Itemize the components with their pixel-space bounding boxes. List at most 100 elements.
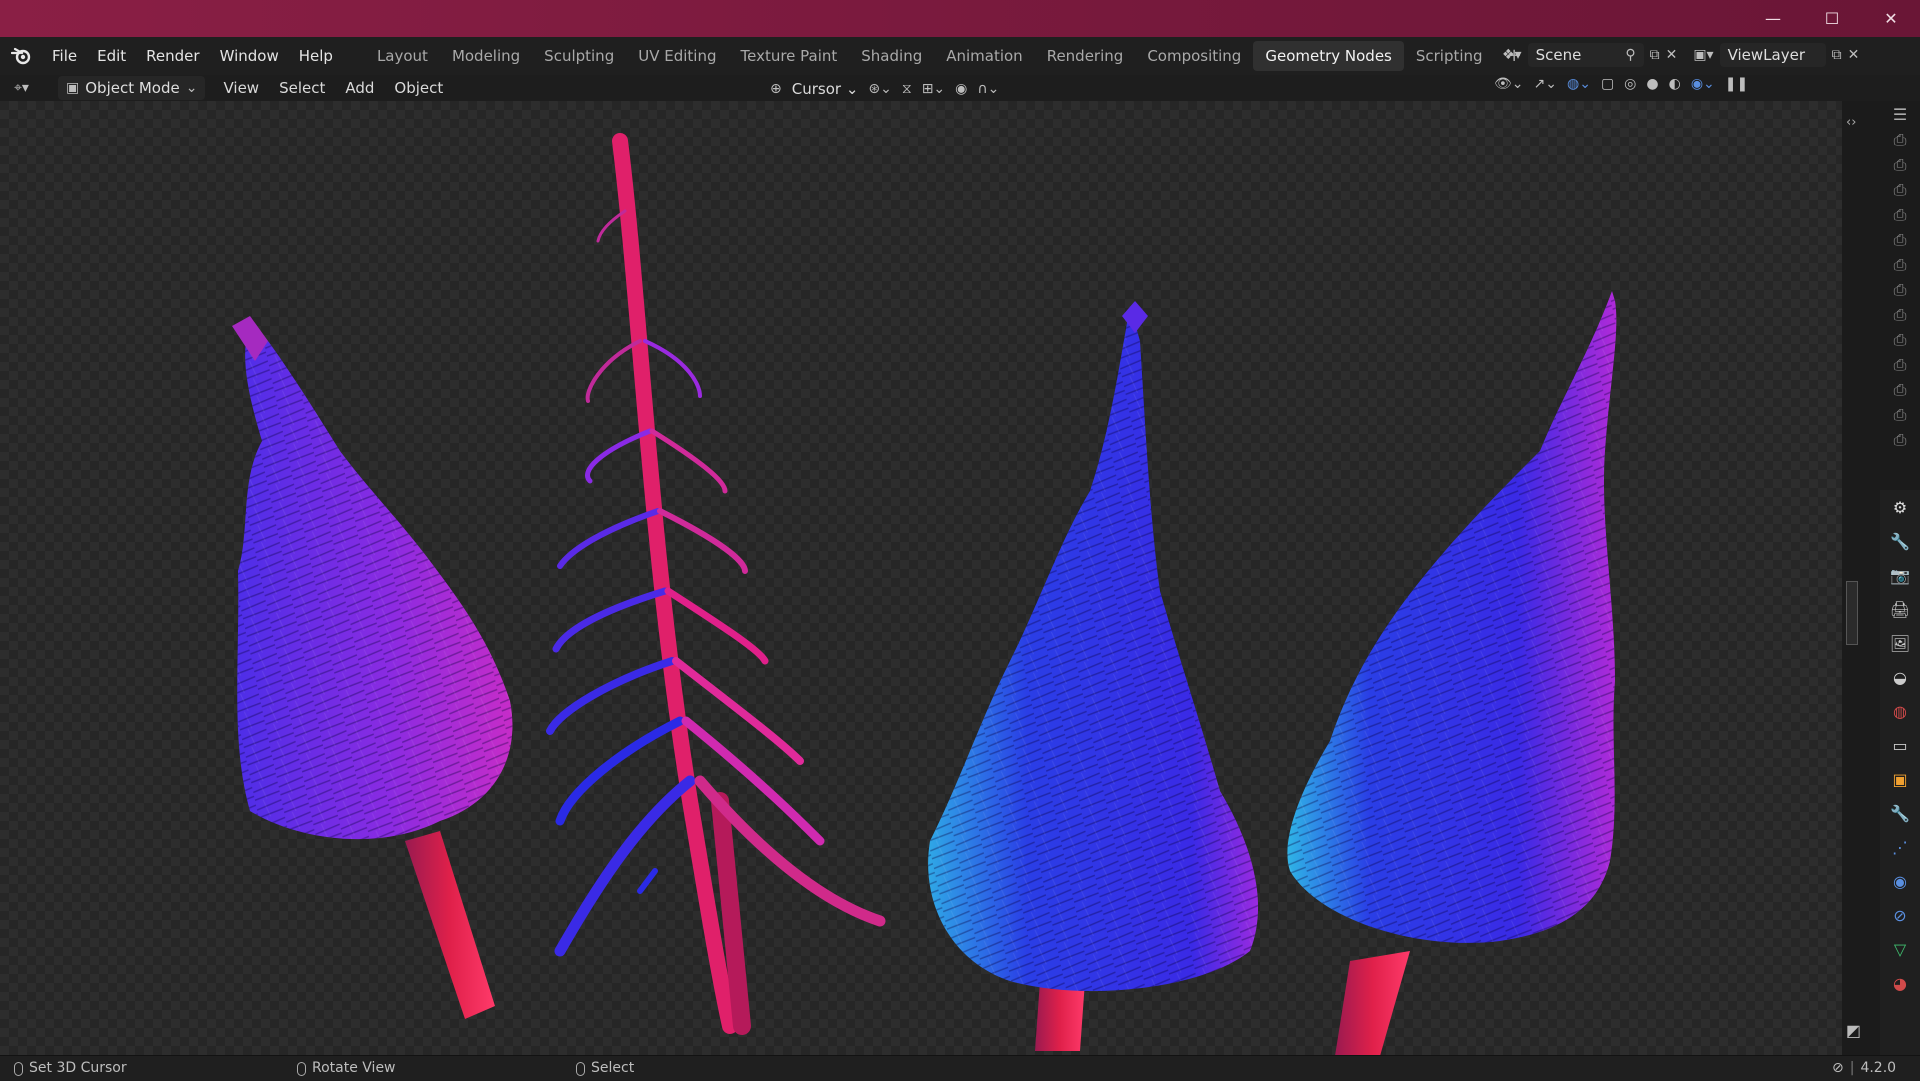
- camera-visibility-icon[interactable]: ⎙: [1880, 152, 1920, 177]
- new-viewlayer-icon[interactable]: ⧉: [1832, 47, 1842, 63]
- data-properties-icon[interactable]: ▽: [1880, 932, 1920, 966]
- camera-visibility-icon[interactable]: ⎙: [1880, 402, 1920, 427]
- pause-render-icon[interactable]: ❚❚: [1725, 76, 1748, 92]
- menu-render[interactable]: Render: [136, 37, 209, 75]
- pivot-label: Cursor: [791, 80, 842, 98]
- camera-visibility-icon[interactable]: ⎙: [1880, 327, 1920, 352]
- tab-compositing[interactable]: Compositing: [1135, 41, 1253, 71]
- particles-icon[interactable]: ⋰: [1880, 830, 1920, 864]
- viewport-scene: [232, 133, 1617, 1055]
- physics-icon[interactable]: ◉: [1880, 864, 1920, 898]
- window-titlebar: — ☐ ✕: [0, 0, 1920, 37]
- view-layer-icon[interactable]: 🖼: [1880, 626, 1920, 660]
- camera-visibility-icon[interactable]: ⎙: [1880, 177, 1920, 202]
- new-scene-icon[interactable]: ⧉: [1650, 47, 1660, 63]
- mouse-right-icon: [576, 1061, 585, 1076]
- menu-file[interactable]: File: [42, 37, 87, 75]
- overlays-icon[interactable]: ◍⌄: [1567, 76, 1591, 92]
- close-icon: ✕: [1884, 9, 1898, 28]
- snap-target-icon[interactable]: ⊞⌄: [922, 81, 945, 97]
- tab-texture-paint[interactable]: Texture Paint: [728, 41, 849, 71]
- camera-visibility-icon[interactable]: ⎙: [1880, 377, 1920, 402]
- maximize-button[interactable]: ☐: [1803, 0, 1861, 37]
- solid-shading-icon[interactable]: ●: [1646, 76, 1658, 92]
- status-bar: Set 3D Cursor Rotate View Select ⊘ | 4.2…: [0, 1055, 1920, 1081]
- camera-visibility-icon[interactable]: ⎙: [1880, 302, 1920, 327]
- object-mode-icon: ▣: [66, 80, 80, 96]
- proportional-edit-icon[interactable]: ◉: [955, 81, 967, 97]
- menu-object[interactable]: Object: [384, 75, 453, 101]
- pivot-point-icon[interactable]: ⊛⌄: [868, 81, 891, 97]
- xray-icon[interactable]: ▢: [1601, 76, 1614, 92]
- scene-selector-icon[interactable]: ❖▾: [1502, 47, 1522, 63]
- expand-arrows-icon[interactable]: ‹›: [1846, 115, 1856, 130]
- object-properties-icon[interactable]: ▣: [1880, 762, 1920, 796]
- tab-geometry-nodes[interactable]: Geometry Nodes: [1253, 41, 1404, 71]
- 3d-viewport[interactable]: [0, 101, 1842, 1055]
- camera-visibility-icon[interactable]: ⎙: [1880, 277, 1920, 302]
- status-left: Set 3D Cursor: [14, 1056, 127, 1081]
- render-properties-icon[interactable]: 📷: [1880, 558, 1920, 592]
- status-right-label: Select: [591, 1060, 635, 1076]
- camera-visibility-icon[interactable]: ⎙: [1880, 227, 1920, 252]
- scene-field[interactable]: Scene ⚲: [1527, 43, 1644, 67]
- editor-type-icon[interactable]: ⌖▾: [14, 80, 50, 96]
- status-left-label: Set 3D Cursor: [29, 1060, 127, 1076]
- tab-shading[interactable]: Shading: [849, 41, 934, 71]
- camera-visibility-icon[interactable]: ⎙: [1880, 427, 1920, 452]
- mouse-left-icon: [14, 1061, 23, 1076]
- viewport-header: ⌖▾ ▣ Object Mode ⌄ View Select Add Objec…: [0, 75, 1920, 101]
- menu-view[interactable]: View: [213, 75, 269, 101]
- material-properties-icon[interactable]: ◕: [1880, 966, 1920, 1000]
- camera-visibility-icon[interactable]: ⎙: [1880, 202, 1920, 227]
- outliner-strip: ☰ ⎙ ⎙ ⎙ ⎙ ⎙ ⎙ ⎙ ⎙ ⎙ ⎙ ⎙ ⎙ ⎙: [1880, 101, 1920, 491]
- visibility-icon[interactable]: 👁⌄: [1494, 76, 1524, 92]
- tab-scripting[interactable]: Scripting: [1404, 41, 1495, 71]
- delete-scene-icon[interactable]: ✕: [1666, 47, 1678, 63]
- toggle-region-icon[interactable]: ◩: [1846, 1021, 1861, 1040]
- tool-settings-icon[interactable]: ⚙: [1880, 490, 1920, 524]
- scene-properties-icon[interactable]: ◒: [1880, 660, 1920, 694]
- rendered-shading-icon[interactable]: ◉⌄: [1691, 76, 1715, 92]
- version-label: 4.2.0: [1860, 1060, 1897, 1076]
- falloff-icon[interactable]: ∩⌄: [977, 81, 999, 97]
- blender-logo[interactable]: [0, 47, 42, 65]
- tree-2: [546, 133, 886, 1035]
- menu-add[interactable]: Add: [335, 75, 384, 101]
- tab-uv-editing[interactable]: UV Editing: [626, 41, 728, 71]
- menu-edit[interactable]: Edit: [87, 37, 136, 75]
- tab-sculpting[interactable]: Sculpting: [532, 41, 626, 71]
- camera-visibility-icon[interactable]: ⎙: [1880, 252, 1920, 277]
- constraints-icon[interactable]: ⊘: [1880, 898, 1920, 932]
- collection-properties-icon[interactable]: ▭: [1880, 728, 1920, 762]
- delete-viewlayer-icon[interactable]: ✕: [1848, 47, 1860, 63]
- tab-rendering[interactable]: Rendering: [1035, 41, 1136, 71]
- menu-window[interactable]: Window: [210, 37, 289, 75]
- viewlayer-name: ViewLayer: [1727, 46, 1805, 64]
- pivot-dropdown[interactable]: Cursor ⌄: [792, 76, 859, 102]
- viewlayer-selector-icon[interactable]: ▣▾: [1693, 47, 1713, 63]
- menu-select[interactable]: Select: [269, 75, 335, 101]
- transform-orientation-icon[interactable]: ⊕: [770, 81, 782, 97]
- tree-1: [232, 316, 513, 1019]
- mode-dropdown[interactable]: ▣ Object Mode ⌄: [58, 76, 206, 100]
- tool-icon[interactable]: 🔧: [1880, 524, 1920, 558]
- minimize-button[interactable]: —: [1744, 0, 1802, 37]
- wireframe-shading-icon[interactable]: ◎: [1624, 76, 1636, 92]
- close-button[interactable]: ✕: [1862, 0, 1920, 37]
- outliner-filter-icon[interactable]: ☰: [1880, 101, 1920, 127]
- output-properties-icon[interactable]: 🖨: [1880, 592, 1920, 626]
- menu-help[interactable]: Help: [289, 37, 343, 75]
- camera-visibility-icon[interactable]: ⎙: [1880, 127, 1920, 152]
- viewlayer-field[interactable]: ViewLayer: [1719, 43, 1826, 67]
- camera-visibility-icon[interactable]: ⎙: [1880, 352, 1920, 377]
- world-properties-icon[interactable]: ◍: [1880, 694, 1920, 728]
- modifier-properties-icon[interactable]: 🔧: [1880, 796, 1920, 830]
- gizmo-icon[interactable]: ↗⌄: [1534, 76, 1557, 92]
- material-shading-icon[interactable]: ◐: [1669, 76, 1681, 92]
- tab-animation[interactable]: Animation: [934, 41, 1034, 71]
- snap-icon[interactable]: ⧖: [902, 81, 912, 97]
- tab-modeling[interactable]: Modeling: [440, 41, 532, 71]
- tab-layout[interactable]: Layout: [365, 41, 440, 71]
- sidebar-scroll-handle[interactable]: [1846, 581, 1858, 645]
